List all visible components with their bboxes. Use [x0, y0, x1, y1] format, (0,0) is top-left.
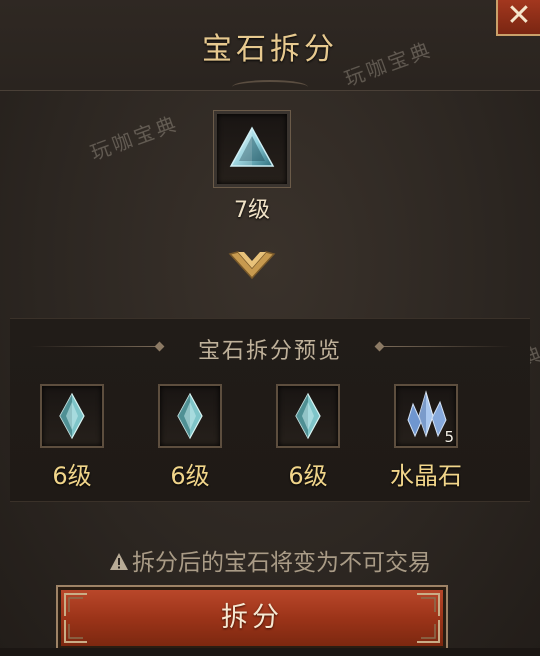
gem-icon: [295, 392, 321, 440]
warning-icon: [110, 553, 128, 570]
close-button[interactable]: ✕: [496, 0, 540, 36]
watermark: 玩咖宝典: [87, 110, 182, 165]
warning-message: 拆分后的宝石将变为不可交易: [0, 543, 540, 577]
title-ornament: [232, 80, 308, 94]
preview-item-slot[interactable]: [158, 384, 222, 448]
gem-icon: [59, 392, 85, 440]
preview-item-label: 水晶石: [390, 462, 462, 490]
preview-item-label: 6级: [170, 462, 210, 490]
preview-item-slot[interactable]: 5: [394, 384, 458, 448]
split-button[interactable]: 拆分: [56, 585, 448, 651]
chevron-down-icon: [228, 251, 276, 280]
warning-text: 拆分后的宝石将变为不可交易: [132, 550, 431, 576]
gem-icon: [177, 392, 203, 440]
preview-item-label: 6级: [52, 462, 92, 490]
close-icon: ✕: [506, 0, 532, 33]
dialog-title: 宝石拆分: [202, 32, 338, 67]
preview-title: 宝石拆分预览: [197, 339, 342, 364]
gem-split-dialog: 宝石拆分 ✕ 玩咖宝典 玩咖宝典 玩咖宝典 玩咖宝典 7级 宝: [0, 0, 540, 656]
source-gem-level: 7级: [234, 198, 270, 223]
panel-bottom-edge: [0, 648, 540, 656]
divider: [384, 346, 512, 347]
item-count: 5: [444, 428, 454, 446]
preview-item-slot[interactable]: [40, 384, 104, 448]
source-gem-slot[interactable]: [213, 110, 291, 188]
preview-item-label: 6级: [288, 462, 328, 490]
triangle-gem-icon: [229, 126, 275, 167]
split-button-label: 拆分: [221, 602, 283, 633]
preview-item-slot[interactable]: [276, 384, 340, 448]
